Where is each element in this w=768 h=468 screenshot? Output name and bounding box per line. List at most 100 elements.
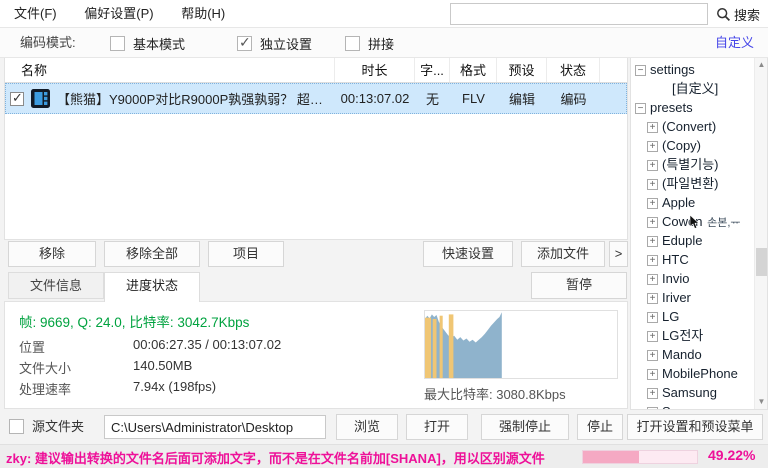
open-settings-menu-button[interactable]: 打开设置和预设菜单	[627, 414, 763, 440]
tree-toggle-icon[interactable]: +	[647, 198, 658, 209]
checkbox-basic-mode[interactable]: 基本模式	[110, 28, 185, 58]
search-button[interactable]: 搜索	[712, 0, 764, 28]
tree-item[interactable]: + Invio	[631, 269, 755, 288]
tree-item[interactable]: + HTC	[631, 250, 755, 269]
speed-value: 7.94x (198fps)	[133, 379, 217, 394]
tree-scrollbar[interactable]: ▲ ▼	[754, 58, 767, 409]
row-checkbox[interactable]	[10, 90, 24, 106]
tree-toggle-icon[interactable]: +	[647, 331, 658, 342]
tree-toggle-icon[interactable]: +	[647, 217, 658, 228]
tree-item[interactable]: + (특별기능)	[631, 155, 755, 174]
tree-item[interactable]: + Cowon 손본,ᅲ	[631, 212, 755, 231]
tree-item[interactable]: − presets	[631, 98, 755, 117]
tree-item-label: (특별기능)	[662, 157, 719, 172]
source-folder-checkbox[interactable]	[9, 419, 24, 434]
tree-item[interactable]: + Apple	[631, 193, 755, 212]
tree-toggle-icon[interactable]: +	[647, 122, 658, 133]
scroll-down-icon[interactable]: ▼	[755, 395, 767, 409]
tree-item-label: (Copy)	[662, 138, 702, 153]
checkbox-concat[interactable]: 拼接	[345, 28, 394, 58]
tree-item-label: Mando	[662, 347, 702, 362]
checkbox-icon	[110, 35, 125, 51]
pause-button[interactable]: 暂停	[531, 272, 627, 299]
tree-toggle-icon[interactable]: +	[647, 312, 658, 323]
tree-item[interactable]: + (Copy)	[631, 136, 755, 155]
column-header-preset[interactable]: 预设	[497, 58, 547, 82]
customize-link[interactable]: 自定义	[715, 28, 754, 58]
tree-item[interactable]: + LG전자	[631, 326, 755, 345]
tree-item-label: LG	[662, 309, 680, 324]
tree-item[interactable]: [自定义]	[631, 79, 755, 98]
tab-progress-status[interactable]: 进度状态	[104, 272, 200, 302]
tree-toggle-icon[interactable]: +	[647, 388, 658, 399]
table-row[interactable]: 【熊猫】Y9000P对比R9000P孰强孰弱？ 超详细... 00:13:07.…	[5, 83, 627, 114]
column-header-subtitle[interactable]: 字...	[415, 58, 450, 82]
tree-item[interactable]: + Eduple	[631, 231, 755, 250]
tree-toggle-icon[interactable]: +	[647, 274, 658, 285]
menu-file[interactable]: 文件(F)	[2, 0, 69, 27]
tree-item[interactable]: + Mando	[631, 345, 755, 364]
tree-item-label: (파일변환)	[662, 176, 719, 191]
tree-toggle-icon[interactable]: +	[647, 255, 658, 266]
tab-file-info[interactable]: 文件信息	[8, 272, 104, 299]
tree-toggle-icon[interactable]: +	[647, 350, 658, 361]
more-button[interactable]: >	[609, 241, 628, 267]
tree-toggle-icon[interactable]: +	[647, 369, 658, 380]
menu-help[interactable]: 帮助(H)	[169, 0, 237, 27]
force-stop-button[interactable]: 强制停止	[481, 414, 569, 440]
checkbox-concat-label: 拼接	[368, 36, 395, 52]
project-button[interactable]: 项目	[208, 241, 284, 267]
tree-item[interactable]: + Iriver	[631, 288, 755, 307]
tree-toggle-icon[interactable]: −	[635, 103, 646, 114]
tree-item[interactable]: + LG	[631, 307, 755, 326]
row-preset[interactable]: 编辑	[497, 89, 547, 108]
checkbox-icon	[345, 35, 360, 51]
browse-button[interactable]: 浏览	[336, 414, 398, 440]
quick-settings-button[interactable]: 快速设置	[423, 241, 513, 267]
scroll-up-icon[interactable]: ▲	[755, 58, 767, 72]
scrollbar-thumb[interactable]	[756, 248, 767, 276]
column-header-duration[interactable]: 时长	[335, 58, 415, 82]
max-bitrate-label: 最大比特率: 3080.8Kbps	[424, 387, 566, 402]
tree-toggle-icon[interactable]: +	[647, 160, 658, 171]
search-input[interactable]	[450, 3, 708, 25]
tree-item-label: Invio	[662, 271, 690, 286]
column-header-format[interactable]: 格式	[450, 58, 497, 82]
output-path-input[interactable]	[104, 415, 326, 439]
row-file-name: 【熊猫】Y9000P对比R9000P孰强孰弱？ 超详细...	[57, 92, 335, 107]
tree-item[interactable]: + MobilePhone	[631, 364, 755, 383]
video-file-icon	[30, 88, 51, 109]
position-value: 00:06:27.35 / 00:13:07.02	[133, 337, 282, 352]
tree-item-label: Samsung	[662, 385, 717, 400]
tree-item-label: (Convert)	[662, 119, 717, 134]
open-button[interactable]: 打开	[406, 414, 468, 440]
column-header-status[interactable]: 状态	[547, 58, 600, 82]
menu-preferences[interactable]: 偏好设置(P)	[72, 0, 165, 27]
tree-item[interactable]: − settings	[631, 60, 755, 79]
speed-label: 处理速率	[19, 382, 72, 397]
tree-toggle-icon[interactable]: +	[647, 141, 658, 152]
tree-item[interactable]: + (파일변환)	[631, 174, 755, 193]
progress-percent: 49.22%	[708, 447, 756, 463]
tree-item[interactable]: + (Convert)	[631, 117, 755, 136]
checkbox-independent-settings[interactable]: 独立设置	[237, 28, 312, 58]
tree-toggle-icon[interactable]: +	[647, 236, 658, 247]
add-file-button[interactable]: 添加文件	[521, 241, 605, 267]
tree-item[interactable]: + Sony	[631, 402, 755, 409]
remove-button[interactable]: 移除	[8, 241, 96, 267]
column-header-name[interactable]: 名称	[5, 58, 335, 82]
bitrate-chart	[424, 310, 618, 379]
tree-toggle-icon[interactable]: −	[635, 65, 646, 76]
tree-toggle-icon[interactable]: +	[647, 407, 658, 409]
encode-progress-fill	[583, 451, 640, 463]
tree-toggle-icon[interactable]: +	[647, 293, 658, 304]
row-status: 编码	[560, 92, 587, 107]
search-icon	[716, 7, 731, 22]
stop-button[interactable]: 停止	[577, 414, 623, 440]
tree-item-label: HTC	[662, 252, 689, 267]
remove-all-button[interactable]: 移除全部	[104, 241, 200, 267]
tree-toggle-icon[interactable]: +	[647, 179, 658, 190]
row-duration: 00:13:07.02	[340, 91, 410, 106]
tree-item[interactable]: + Samsung	[631, 383, 755, 402]
shana-encoder-window: 文件(F) 偏好设置(P) 帮助(H) 搜索 编码模式: 基本模式 独立设置 拼…	[0, 0, 768, 468]
